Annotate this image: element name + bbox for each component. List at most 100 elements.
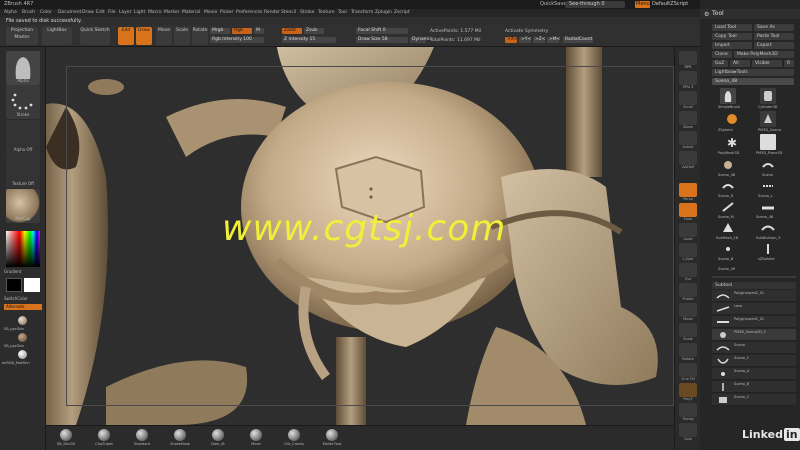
move-view-button[interactable] [679, 303, 697, 317]
tool-thumb-11[interactable] [720, 199, 736, 215]
menu-stroke[interactable]: Stroke [300, 10, 314, 15]
export-button[interactable]: Export [754, 42, 794, 49]
menu-movie[interactable]: Movie [204, 10, 217, 15]
menu-preferences[interactable]: Preferences [236, 10, 262, 15]
actual-button[interactable] [679, 131, 697, 145]
menu-zplugin[interactable]: Zplugin [375, 10, 392, 15]
visible-button[interactable]: Visible [752, 60, 782, 67]
focal-shift-slider[interactable]: Focal Shift 0 [356, 28, 408, 34]
rotate-view-button[interactable] [679, 343, 697, 357]
dynamic-toggle[interactable]: Dynamic [410, 37, 432, 43]
draw-mode-button[interactable]: Draw [136, 27, 152, 45]
radial-count-slider[interactable]: RadialCount [563, 37, 593, 43]
color-picker[interactable] [6, 231, 40, 267]
menu-macro[interactable]: Macro [148, 10, 162, 15]
polyf-button[interactable] [679, 383, 697, 397]
menu-stencil[interactable]: Stencil [281, 10, 296, 15]
tool-thumb-16[interactable] [760, 241, 776, 257]
transp-button[interactable] [679, 403, 697, 417]
subtool-row-selected[interactable]: PM3D_Sueno2D_3 [712, 329, 796, 341]
menu-marker[interactable]: Marker [164, 10, 180, 15]
tool-thumb-13[interactable] [720, 220, 736, 236]
import-button[interactable]: Import [712, 42, 752, 49]
menu-file[interactable]: File [108, 10, 116, 15]
tool-thumb-9[interactable] [720, 178, 736, 194]
brush-slot-6[interactable] [250, 429, 262, 441]
menu-alpha[interactable]: Alpha [4, 10, 17, 15]
material-swatch-1[interactable] [18, 316, 27, 325]
brush-slot-5[interactable] [212, 429, 224, 441]
default-script-button[interactable]: DefaultZScript [652, 1, 688, 7]
tool-thumb-3[interactable] [724, 111, 740, 127]
paste-tool-button[interactable]: Paste Tool [754, 33, 794, 40]
all-button[interactable]: All [730, 60, 750, 67]
quick-sketch-button[interactable]: Quick Sketch [80, 27, 110, 45]
secondary-color-swatch[interactable] [24, 278, 40, 292]
menu-document[interactable]: Document [58, 10, 81, 15]
subtool-row[interactable]: Lace [712, 303, 796, 315]
persp-button[interactable] [679, 183, 697, 197]
subtool-row[interactable]: Sueno_1 [712, 355, 796, 367]
floor-button[interactable] [679, 203, 697, 217]
load-tool-button[interactable]: Load Tool [712, 24, 752, 31]
rgb-toggle[interactable]: Rgb [232, 28, 252, 34]
menu-brush[interactable]: Brush [22, 10, 35, 15]
activate-symmetry-button[interactable]: Activate Symmetry [505, 29, 548, 34]
zsub-toggle[interactable]: Zsub [304, 28, 324, 34]
sym-x-toggle[interactable]: >X< [505, 37, 518, 43]
menu-draw[interactable]: Draw [82, 10, 94, 15]
tool-thumb-12[interactable] [760, 199, 776, 215]
subtool-row[interactable]: Sueno_C [712, 394, 796, 406]
gear-icon[interactable]: ⚙ [704, 11, 709, 18]
brush-slot-4[interactable] [174, 429, 186, 441]
quicksave-button[interactable]: QuickSave [540, 1, 566, 7]
goz-button[interactable]: GoZ [712, 60, 728, 67]
subtool-row[interactable]: Sueno_A [712, 368, 796, 380]
mrgb-toggle[interactable]: Mrgb [210, 28, 230, 34]
rotate-mode-button[interactable]: Rotate [192, 27, 208, 45]
switch-color-button[interactable]: SwitchColor [4, 296, 28, 301]
copy-tool-button[interactable]: Copy Tool [712, 33, 752, 40]
projection-master-button[interactable]: Projection Master [6, 27, 38, 45]
tool-thumb-1[interactable] [720, 88, 736, 104]
save-as-button[interactable]: Save As [754, 24, 794, 31]
tool-thumb-2[interactable] [760, 88, 776, 104]
m-toggle[interactable]: M [254, 28, 264, 34]
menu-tool[interactable]: Tool [338, 10, 347, 15]
tool-thumb-15[interactable] [720, 241, 736, 257]
menus-toggle[interactable]: Menus [635, 1, 652, 8]
frame-button[interactable] [679, 283, 697, 297]
solo-button[interactable] [679, 423, 697, 437]
menu-layer[interactable]: Layer [119, 10, 132, 15]
tool-thumb-14[interactable] [760, 220, 776, 236]
aahalf-button[interactable] [679, 151, 697, 165]
sym-m-toggle[interactable]: >M< [547, 37, 560, 43]
menu-render[interactable]: Render [264, 10, 280, 15]
subtool-header[interactable]: Subtool [712, 282, 796, 289]
subtool-row[interactable]: Polygrouped1_02 [712, 316, 796, 328]
brush-slot-1[interactable] [60, 429, 72, 441]
lsym-button[interactable] [679, 243, 697, 257]
lightbox-tools-button[interactable]: Lightbox▸Tools [712, 69, 794, 76]
tool-thumb-5[interactable]: ✱ [724, 134, 740, 150]
brush-slot-3[interactable] [136, 429, 148, 441]
zadd-toggle[interactable]: Zadd [282, 28, 302, 34]
subtool-row[interactable]: Sueno [712, 342, 796, 354]
z-intensity-slider[interactable]: Z Intensity 15 [282, 37, 336, 43]
draw-size-slider[interactable]: Draw Size 58 [356, 37, 408, 43]
brush-slot-8[interactable] [326, 429, 338, 441]
tool-thumb-7[interactable] [720, 157, 736, 173]
subtool-row[interactable]: Polygrouped2_01 [712, 290, 796, 302]
make-polymesh-button[interactable]: Make PolyMesh3D [734, 51, 794, 58]
zoom-button[interactable] [679, 111, 697, 125]
alternate-toggle[interactable]: Alternate [4, 304, 42, 310]
local-button[interactable] [679, 223, 697, 237]
menu-color[interactable]: Color [40, 10, 52, 15]
material-swatch-2[interactable] [18, 333, 27, 342]
material-swatch-3[interactable] [18, 350, 27, 359]
current-tool-selector[interactable]: Sueno_48 [712, 78, 794, 85]
menu-transform[interactable]: Transform [351, 10, 373, 15]
menu-material[interactable]: Material [182, 10, 200, 15]
menu-edit[interactable]: Edit [96, 10, 105, 15]
r-button[interactable]: R [784, 60, 794, 67]
